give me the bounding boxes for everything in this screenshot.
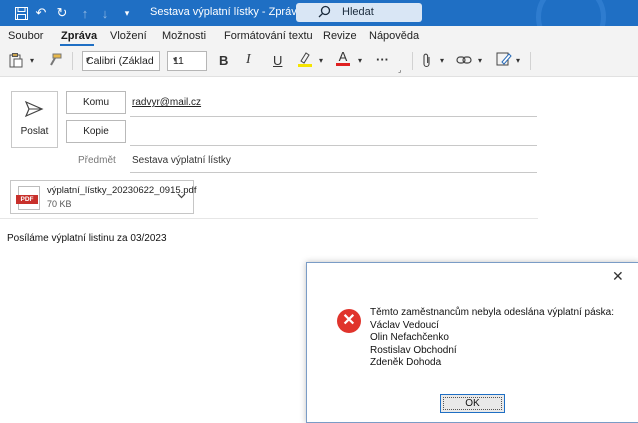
attachment-card[interactable]: PDF výplatní_lístky_20230622_0915.pdf 70…	[10, 180, 197, 214]
subject-field[interactable]: Sestava výplatní lístky	[132, 155, 231, 166]
dialog-message-line: Václav Vedoucí	[370, 319, 439, 331]
tab-zprava[interactable]: Zpráva	[61, 30, 97, 42]
font-color-dropdown-icon[interactable]: ▾	[358, 52, 362, 68]
font-size-select[interactable]: 11 ▾	[167, 51, 207, 71]
bold-button[interactable]: B	[219, 52, 228, 68]
close-icon[interactable]: ✕	[612, 268, 624, 285]
dialog-launcher-icon[interactable]: ⌟	[398, 62, 401, 78]
ok-button[interactable]: OK	[440, 394, 505, 413]
font-color-bar	[336, 63, 350, 66]
chevron-down-icon: ▾	[173, 55, 178, 64]
font-color-letter: A	[338, 49, 348, 64]
search-box[interactable]: Hledat	[296, 3, 422, 22]
tab-revize[interactable]: Revize	[323, 30, 357, 42]
ribbon-separator	[530, 52, 531, 70]
more-options-button[interactable]: ···	[376, 51, 389, 67]
menu-bar: Soubor Zpráva Vložení Možnosti Formátová…	[0, 26, 638, 46]
tab-formatovani-textu[interactable]: Formátování textu	[224, 30, 313, 42]
ribbon-separator	[72, 52, 73, 70]
error-dialog: ✕ ✕ Těmto zaměstnancům nebyla odeslána v…	[306, 262, 638, 423]
dialog-message-line: Olin Nefachčenko	[370, 332, 449, 343]
error-icon: ✕	[337, 309, 361, 333]
paste-dropdown-icon[interactable]: ▾	[30, 52, 34, 68]
italic-button[interactable]: I	[246, 52, 251, 68]
customize-toolbar-icon[interactable]: ▾	[118, 4, 136, 22]
cc-field[interactable]	[132, 125, 532, 139]
ribbon-separator	[412, 52, 413, 70]
undo-icon[interactable]: ↶	[32, 4, 50, 22]
attachment-name: výplatní_lístky_20230622_0915.pdf	[47, 185, 197, 196]
dialog-message-line: Rostislav Obchodní	[370, 344, 457, 356]
arrow-down-icon[interactable]: ↓	[96, 4, 114, 22]
highlight-dropdown-icon[interactable]: ▾	[319, 52, 323, 68]
cc-button[interactable]: Kopie	[66, 120, 126, 143]
subject-field-line	[130, 172, 537, 173]
body-separator	[0, 218, 538, 219]
signature-icon[interactable]	[496, 51, 512, 67]
chevron-down-icon[interactable]	[177, 191, 186, 201]
send-label: Poslat	[20, 126, 49, 137]
send-icon	[24, 100, 44, 121]
subject-label: Předmět	[78, 155, 116, 166]
redo-icon[interactable]: ↻	[53, 4, 71, 22]
attachment-size: 70 KB	[47, 199, 72, 209]
highlight-icon[interactable]	[297, 51, 313, 67]
tab-vlozeni[interactable]: Vložení	[110, 30, 147, 42]
attach-dropdown-icon[interactable]: ▾	[440, 52, 444, 68]
to-button[interactable]: Komu	[66, 91, 126, 114]
dialog-message-line: Zdeněk Dohoda	[370, 357, 442, 368]
to-field-line	[130, 116, 537, 117]
font-color-icon[interactable]: A	[336, 50, 350, 66]
link-icon[interactable]	[456, 52, 472, 68]
underline-button[interactable]: U	[273, 52, 282, 68]
save-icon[interactable]	[12, 4, 30, 22]
font-name-select[interactable]: Calibri (Základ ▾	[82, 51, 160, 71]
arrow-up-icon[interactable]: ↑	[76, 4, 94, 22]
search-icon	[318, 5, 331, 21]
format-painter-icon[interactable]	[48, 52, 62, 68]
dialog-message: Těmto zaměstnancům nebyla odeslána výpla…	[370, 307, 614, 370]
cc-field-line	[130, 145, 537, 146]
to-field-value[interactable]: radvyr@mail.cz	[132, 97, 201, 108]
signature-dropdown-icon[interactable]: ▾	[516, 52, 520, 68]
tab-soubor[interactable]: Soubor	[8, 30, 43, 42]
chevron-down-icon: ▾	[86, 55, 91, 64]
tab-napoveda[interactable]: Nápověda	[369, 30, 419, 42]
link-dropdown-icon[interactable]: ▾	[478, 52, 482, 68]
message-body[interactable]: Posíláme výplatní listinu za 03/2023	[7, 233, 167, 244]
send-button[interactable]: Poslat	[11, 91, 58, 148]
pdf-file-icon: PDF	[16, 186, 40, 210]
title-bar: ↶ ↻ ↑ ↓ ▾ Sestava výplatní lístky - Zprá…	[0, 0, 638, 52]
attach-icon[interactable]	[422, 52, 432, 68]
tab-moznosti[interactable]: Možnosti	[162, 30, 206, 42]
search-placeholder: Hledat	[342, 6, 374, 18]
dialog-message-line: Těmto zaměstnancům nebyla odeslána výpla…	[370, 307, 615, 318]
pdf-tag: PDF	[16, 195, 38, 204]
paste-icon[interactable]	[8, 52, 24, 68]
